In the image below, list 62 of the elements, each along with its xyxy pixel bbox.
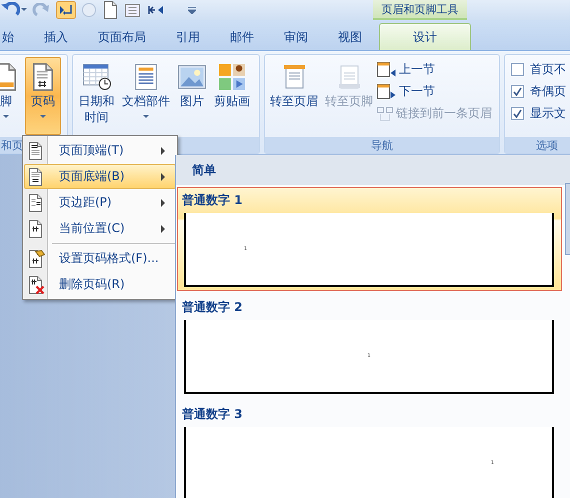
page-icon: [29, 142, 45, 160]
contextual-tab-label: 页眉和页脚工具: [373, 0, 467, 20]
clipart-button[interactable]: 剪贴画: [211, 57, 254, 135]
ribbon-tab[interactable]: 邮件: [215, 23, 269, 50]
document-icon: [338, 65, 360, 89]
check-icon: [513, 109, 522, 118]
calendar-clock-icon: [82, 64, 111, 90]
checkbox[interactable]: [511, 85, 524, 98]
menu-item[interactable]: 删除页码(R): [24, 272, 176, 297]
ribbon-tab[interactable]: 审阅: [269, 23, 323, 50]
checkbox-label: 显示文: [530, 105, 566, 122]
menu-item[interactable]: 当前位置(C): [24, 216, 176, 241]
clip-art-icon: [218, 64, 246, 90]
checkbox[interactable]: [511, 107, 524, 120]
image-icon: [178, 64, 206, 90]
next-section-icon: [377, 84, 396, 99]
section-command-label[interactable]: 上一节: [399, 61, 435, 78]
document-icon: [33, 63, 53, 91]
go-to-header-button[interactable]: 转至页眉: [267, 57, 321, 135]
gallery-item-label: 普通数字 3: [181, 406, 244, 422]
date-button[interactable]: 日期和时间: [75, 57, 118, 135]
customize-icon[interactable]: [188, 6, 196, 14]
show-marks-icon[interactable]: [56, 1, 76, 19]
page-icon: [29, 220, 45, 238]
page-number-button[interactable]: 页码: [25, 57, 61, 135]
undo-icon[interactable]: [0, 2, 20, 18]
window-icon[interactable]: [125, 4, 140, 16]
move-icon[interactable]: [148, 5, 164, 15]
caret-icon[interactable]: [20, 8, 28, 12]
ribbon-tab[interactable]: 引用: [161, 23, 215, 50]
check-icon: [513, 87, 522, 96]
checkbox-label: 奇偶页: [530, 83, 566, 100]
page-icon: [29, 168, 45, 186]
ribbon-tab[interactable]: 始: [0, 23, 29, 50]
delete-page-icon: [29, 276, 45, 294]
gallery-item-label: 普通数字 2: [181, 298, 244, 316]
group-label: 导航: [265, 137, 499, 153]
checkbox-label: 首页不: [530, 61, 566, 78]
parts-button[interactable]: 文档部件: [119, 57, 174, 135]
page-format-icon: [29, 250, 45, 268]
ribbon-tab[interactable]: 设计: [379, 23, 471, 50]
ribbon-tab[interactable]: 视图: [323, 23, 377, 50]
section-command-label[interactable]: 下一节: [399, 83, 435, 100]
chain-icon: [377, 106, 393, 120]
picture-button[interactable]: 图片: [174, 57, 210, 135]
menu-item[interactable]: 页面顶端(T): [24, 138, 176, 163]
menu-item[interactable]: 设置页码格式(F)...: [24, 246, 176, 271]
scrollbar-thumb[interactable]: [565, 183, 570, 255]
group-label: 选项: [505, 137, 570, 153]
checkbox[interactable]: [511, 63, 524, 76]
ribbon-tab[interactable]: 页面布局: [83, 23, 161, 50]
page-icon[interactable]: [104, 1, 117, 19]
document-icon: [284, 65, 304, 89]
menu-item[interactable]: 页面底端(B): [24, 164, 176, 189]
document-icon: [0, 63, 16, 91]
gallery-item-label: 普通数字 1: [181, 192, 244, 208]
ribbon-tab[interactable]: 插入: [29, 23, 83, 50]
gallery-section-header: 简单: [176, 155, 570, 185]
previous-section-icon: [377, 62, 396, 77]
footer-button[interactable]: 脚: [0, 57, 24, 135]
menu-item[interactable]: 页边距(P): [24, 190, 176, 215]
page-icon: [29, 194, 45, 212]
